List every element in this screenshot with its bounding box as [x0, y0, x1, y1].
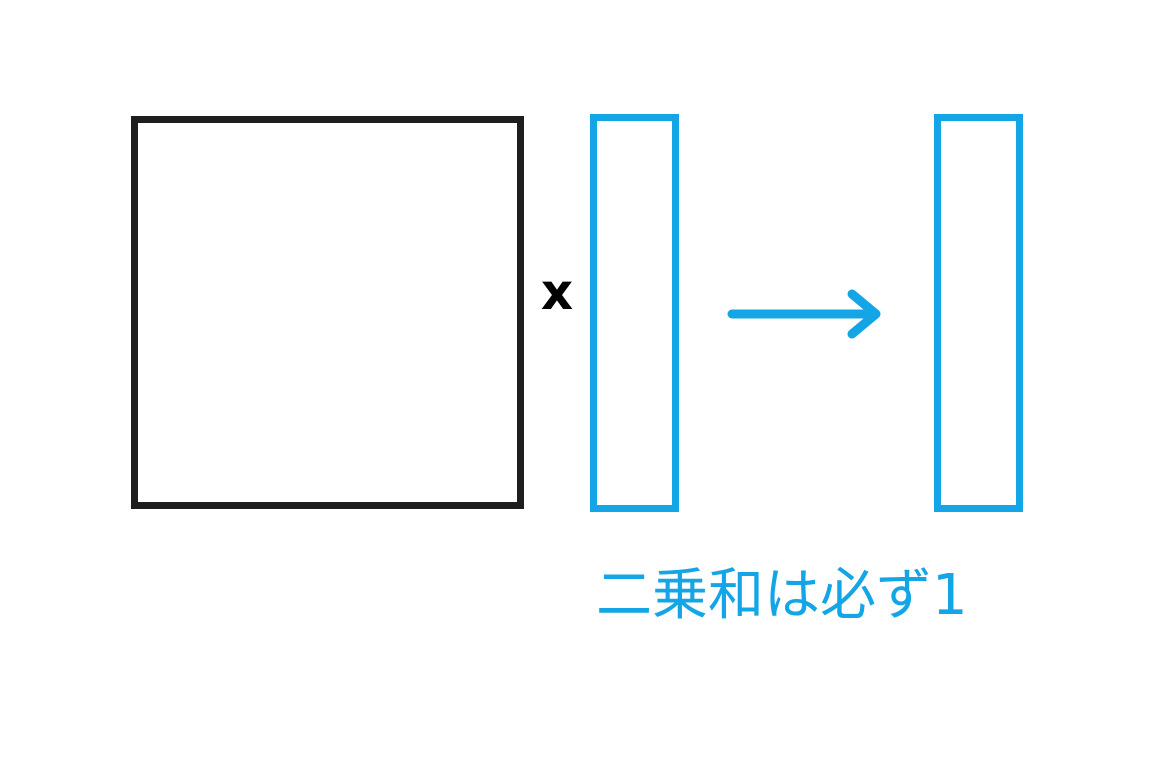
input-vector-box	[590, 114, 679, 512]
output-vector-box	[934, 114, 1023, 512]
matrix-box	[131, 116, 524, 509]
right-arrow-icon	[727, 289, 881, 339]
multiply-sign: x	[540, 263, 574, 321]
caption-sum-of-squares: 二乗和は必ず1	[596, 563, 968, 628]
